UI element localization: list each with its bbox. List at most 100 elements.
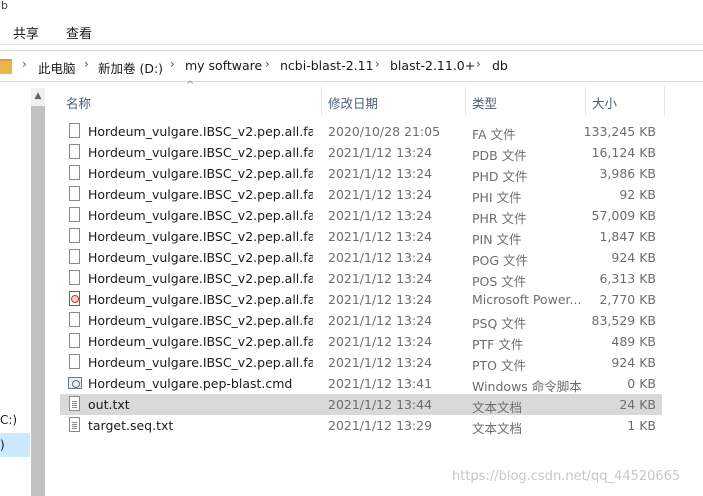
breadcrumb-ncbi-blast[interactable]: ncbi-blast-2.11	[280, 58, 374, 73]
file-date: 2021/1/12 13:24	[328, 355, 433, 370]
nav-item-drive-c[interactable]: C:)	[0, 413, 17, 427]
file-date: 2021/1/12 13:24	[328, 229, 433, 244]
file-type: 文本文档	[472, 421, 523, 436]
column-divider[interactable]	[321, 86, 322, 116]
file-row[interactable]: target.seq.txt 2021/1/12 13:29 文本文档 1 KB	[60, 415, 662, 436]
text-file-icon	[69, 417, 80, 432]
file-size: 133,245 KB	[583, 124, 656, 139]
file-name: Hordeum_vulgare.IBSC_v2.pep.all.fa....	[88, 271, 313, 286]
file-name: Hordeum_vulgare.IBSC_v2.pep.all.fa.ptf	[88, 334, 313, 349]
file-size: 83,529 KB	[591, 313, 656, 328]
file-icon	[69, 249, 80, 264]
breadcrumb-drive-d[interactable]: 新加卷 (D:)	[98, 58, 163, 77]
file-icon	[69, 270, 80, 285]
file-size: 3,986 KB	[599, 166, 656, 181]
file-row[interactable]: Hordeum_vulgare.IBSC_v2.pep.all.fa.ptf 20…	[60, 331, 662, 352]
column-divider[interactable]	[664, 86, 665, 116]
file-row[interactable]: Hordeum_vulgare.IBSC_v2.pep.all.fa.... 20…	[60, 163, 662, 184]
file-name: Hordeum_vulgare.IBSC_v2.pep.all.fa....	[88, 292, 313, 307]
file-size: 57,009 KB	[591, 208, 656, 223]
file-name: Hordeum_vulgare.IBSC_v2.pep.all.fa....	[88, 313, 313, 328]
file-icon	[69, 123, 80, 138]
address-bar[interactable]: › 此电脑 › 新加卷 (D:) › my software › ncbi-bl…	[0, 50, 703, 82]
file-date: 2021/1/12 13:24	[328, 187, 433, 202]
breadcrumb-this-pc[interactable]: 此电脑	[38, 58, 76, 77]
file-row[interactable]: Hordeum_vulgare.IBSC_v2.pep.all.fa.... 20…	[60, 247, 662, 268]
folder-icon	[0, 59, 12, 74]
nav-item-drive-d[interactable]: )	[0, 438, 5, 452]
sort-ascending-icon: ^	[186, 80, 195, 91]
chevron-right-icon[interactable]: ›	[84, 57, 89, 71]
file-row[interactable]: Hordeum_vulgare.IBSC_v2.pep.all.fa.... 20…	[60, 268, 662, 289]
file-date: 2021/1/12 13:29	[328, 418, 433, 433]
text-file-icon	[69, 396, 80, 411]
scroll-up-arrow-icon[interactable]: ▲	[31, 88, 45, 104]
column-header-name[interactable]: 名称	[66, 93, 91, 112]
file-size: 92 KB	[619, 187, 656, 202]
chevron-right-icon[interactable]: ›	[170, 57, 175, 71]
file-name: Hordeum_vulgare.IBSC_v2.pep.all.fa....	[88, 355, 313, 370]
breadcrumb-blast-version[interactable]: blast-2.11.0+	[390, 58, 475, 73]
file-date: 2021/1/12 13:24	[328, 271, 433, 286]
file-name: out.txt	[88, 397, 130, 412]
file-type: POG 文件	[472, 253, 529, 268]
file-name: Hordeum_vulgare.IBSC_v2.pep.all.fa....	[88, 208, 313, 223]
file-type: Microsoft Power...	[472, 292, 582, 307]
file-size: 1 KB	[627, 418, 656, 433]
tab-share[interactable]: 共享	[13, 23, 39, 42]
column-header-date[interactable]: 修改日期	[328, 93, 378, 112]
file-name: Hordeum_vulgare.pep-blast.cmd	[88, 376, 293, 391]
chevron-right-icon[interactable]: ›	[265, 57, 270, 71]
column-divider[interactable]	[465, 86, 466, 116]
file-row[interactable]: Hordeum_vulgare.IBSC_v2.pep.all.fa.... 20…	[60, 205, 662, 226]
watermark: https://blog.csdn.net/qq_44520665	[452, 469, 681, 484]
file-type: PHI 文件	[472, 190, 522, 205]
file-type: FA 文件	[472, 127, 516, 142]
file-row[interactable]: Hordeum_vulgare.IBSC_v2.pep.all.fa.... 20…	[60, 310, 662, 331]
chevron-right-icon[interactable]: ›	[476, 57, 481, 71]
tab-view[interactable]: 查看	[66, 23, 92, 42]
file-type: PIN 文件	[472, 232, 522, 247]
file-icon	[69, 312, 80, 327]
file-type: PDB 文件	[472, 148, 527, 163]
file-row[interactable]: Hordeum_vulgare.IBSC_v2.pep.all.fa.... 20…	[60, 226, 662, 247]
file-type: PTO 文件	[472, 358, 526, 373]
file-icon	[69, 186, 80, 201]
file-type: PHR 文件	[472, 211, 527, 226]
file-size: 489 KB	[611, 334, 656, 349]
chevron-right-icon[interactable]: ›	[375, 57, 380, 71]
file-name: Hordeum_vulgare.IBSC_v2.pep.all.fa	[88, 124, 313, 139]
file-row[interactable]: Hordeum_vulgare.IBSC_v2.pep.all.fa.... 20…	[60, 142, 662, 163]
column-header-type[interactable]: 类型	[472, 93, 497, 112]
file-icon	[69, 144, 80, 159]
file-date: 2021/1/12 13:24	[328, 292, 433, 307]
chevron-right-icon[interactable]: ›	[22, 57, 27, 71]
file-size: 16,124 KB	[591, 145, 656, 160]
column-header-size[interactable]: 大小	[592, 93, 617, 112]
file-size: 2,770 KB	[599, 292, 656, 307]
window-title: b	[1, 0, 8, 12]
cmd-script-icon	[68, 377, 82, 389]
file-date: 2021/1/12 13:44	[328, 397, 433, 412]
file-row[interactable]: Hordeum_vulgare.pep-blast.cmd 2021/1/12 1…	[60, 373, 662, 394]
file-size: 24 KB	[619, 397, 656, 412]
file-type: Windows 命令脚本	[472, 379, 582, 394]
file-name: Hordeum_vulgare.IBSC_v2.pep.all.fa....	[88, 229, 313, 244]
file-date: 2021/1/12 13:24	[328, 250, 433, 265]
nav-scrollbar-thumb[interactable]	[31, 106, 45, 496]
column-divider[interactable]	[585, 86, 586, 116]
file-row[interactable]: Hordeum_vulgare.IBSC_v2.pep.all.fa.... 20…	[60, 184, 662, 205]
file-type: PSQ 文件	[472, 316, 527, 331]
file-size: 924 KB	[611, 250, 656, 265]
file-row-selected[interactable]: out.txt 2021/1/12 13:44 文本文档 24 KB	[60, 394, 662, 415]
file-icon	[69, 207, 80, 222]
breadcrumb-my-software[interactable]: my software	[185, 58, 262, 73]
file-size: 6,313 KB	[599, 271, 656, 286]
file-row[interactable]: Hordeum_vulgare.IBSC_v2.pep.all.fa.... 20…	[60, 289, 662, 310]
file-row[interactable]: Hordeum_vulgare.IBSC_v2.pep.all.fa.... 20…	[60, 352, 662, 373]
file-row[interactable]: Hordeum_vulgare.IBSC_v2.pep.all.fa 2020/1…	[60, 121, 662, 142]
breadcrumb-db[interactable]: db	[492, 58, 508, 73]
file-type: PHD 文件	[472, 169, 528, 184]
file-name: Hordeum_vulgare.IBSC_v2.pep.all.fa....	[88, 166, 313, 181]
file-date: 2020/10/28 21:05	[328, 124, 441, 139]
